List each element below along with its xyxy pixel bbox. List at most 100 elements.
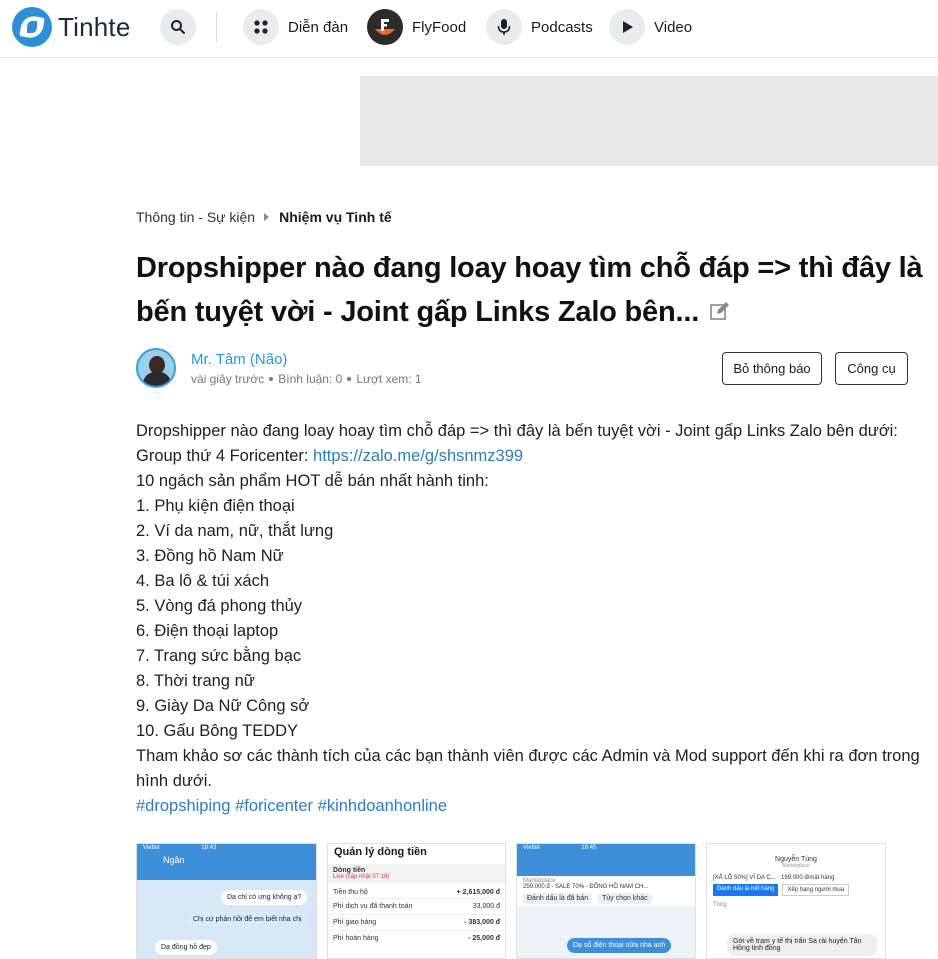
nav-label: Podcasts xyxy=(531,18,593,36)
cashflow-row: Tiền thu hộ + 2,615,000 đ xyxy=(328,887,505,899)
post-time: vài giây trước xyxy=(191,372,265,386)
live-indicator: Live (cập nhật 07:18) xyxy=(333,874,390,880)
author-avatar[interactable] xyxy=(136,348,176,388)
tinhte-logo[interactable]: Tinhte xyxy=(12,7,131,47)
thread-meta: vài giây trước Bình luận: 0 Lượt xem: 1 xyxy=(191,372,422,386)
chat-bubble: Chị cứ phản hồi để em biết nha chị xyxy=(187,912,308,927)
hashtag[interactable]: #kinhdoanhonline xyxy=(318,797,447,815)
author-name[interactable]: Mr. Tâm (Não) xyxy=(191,351,287,368)
grid-dots-icon xyxy=(243,9,279,45)
attachment-thumbnail[interactable]: Quản lý dòng tiền Dòng tiền Live (cập nh… xyxy=(327,843,506,959)
ad-banner xyxy=(360,76,938,166)
microphone-icon xyxy=(486,9,522,45)
attachment-thumbnail[interactable]: Viettel 18:45 Marketplace 259.000 đ - SA… xyxy=(516,843,696,959)
edit-icon[interactable] xyxy=(709,291,731,335)
list-item: 9. Giày Da Nữ Công sở xyxy=(136,697,310,715)
tools-button[interactable]: Công cụ xyxy=(835,352,908,385)
hashtags: #dropshiping #foricenter #kinhdoanhonlin… xyxy=(136,794,926,819)
list-item: 3. Đồng hồ Nam Nữ xyxy=(136,547,284,565)
top-navigation: Tinhte Diễn đàn FlyFood Podcasts Video xyxy=(0,0,938,58)
cashflow-row: Phí hoàn hàng - 25,000 đ xyxy=(328,931,505,946)
row-label: Tiền thu hộ xyxy=(333,889,368,896)
list-item: 6. Điện thoại laptop xyxy=(136,622,279,640)
carrier: Viettel xyxy=(143,845,160,851)
nav-label: Diễn đàn xyxy=(288,18,349,36)
cashflow-subtitle: Dòng tiền xyxy=(333,867,366,874)
chat-bubble: Gởi về trạm y tế thị trấn Sa rài huyện T… xyxy=(727,934,877,956)
nav-item-forum[interactable]: Diễn đàn xyxy=(243,9,348,45)
listing-actions: Đánh dấu là hết hàng Xếp hạng người mua xyxy=(707,884,885,896)
cashflow-row: Phí dịch vụ đã thanh toán 33,000 đ xyxy=(328,899,505,915)
content-line: Tham khảo sơ các thành tích của các bạn … xyxy=(136,747,920,790)
mark-out-of-stock-button: Đánh dấu là hết hàng xyxy=(713,884,779,896)
listing-price: 259.000 đ - SALE 70% - ĐỒNG HỒ NAM CH... xyxy=(523,884,649,890)
cashflow-header: Dòng tiền Live (cập nhật 07:18) xyxy=(328,864,505,883)
list-item: 4. Ba lô & túi xách xyxy=(136,572,269,590)
clock: 18:43 xyxy=(201,845,217,851)
phone-status-bar: Viettel 18:45 xyxy=(517,844,695,852)
list-item: 2. Ví da nam, nữ, thắt lưng xyxy=(136,522,334,540)
chat-bubble: Dạ đồng hồ đẹp xyxy=(155,940,217,955)
chat-name: Ngân xyxy=(163,855,185,865)
content-line: Group thứ 4 Foricenter: https://zalo.me/… xyxy=(136,444,926,469)
row-label: Phí hoàn hàng xyxy=(333,935,379,942)
post-content: Dropshipper nào đang loay hoay tìm chỗ đ… xyxy=(136,419,926,819)
clock: 18:45 xyxy=(581,845,597,851)
attachment-thumbnail[interactable]: Viettel 18:43 Ngân Dạ chị có ưng không ạ… xyxy=(136,843,317,959)
phone-status-bar: Viettel 18:43 xyxy=(137,844,316,852)
hashtag[interactable]: #dropshiping xyxy=(136,797,231,815)
content-line: Dropshipper nào đang loay hoay tìm chỗ đ… xyxy=(136,422,898,440)
nav-item-podcasts[interactable]: Podcasts xyxy=(486,9,593,45)
list-item: 7. Trang sức bằng bạc xyxy=(136,647,302,665)
chat-header: Nguyễn Tùng Marketplace xyxy=(707,844,885,869)
nav-item-flyfood[interactable]: FlyFood xyxy=(367,9,466,45)
more-options-button: Tùy chọn khác xyxy=(598,893,652,904)
breadcrumb-arrow-icon xyxy=(264,213,270,221)
message-sender: Tùng xyxy=(713,902,727,908)
nav-label: FlyFood xyxy=(412,18,467,36)
chat-bubble: Dạ chị có ưng không ạ? xyxy=(221,890,308,905)
row-value: - 25,000 đ xyxy=(468,935,500,942)
row-value: + 2,615,000 đ xyxy=(456,889,500,896)
list-item: 8. Thời trang nữ xyxy=(136,672,255,690)
chat-bubble: Dạ số điện thoại nữa nha anh xyxy=(567,938,672,953)
chat-header: Ngân xyxy=(137,852,316,880)
view-count: Lượt xem: 1 xyxy=(356,372,422,386)
row-value: 33,000 đ xyxy=(472,903,500,910)
listing-card: Marketplace 259.000 đ - SALE 70% - ĐỒNG … xyxy=(517,876,695,906)
breadcrumb: Thông tin - Sự kiện Nhiệm vụ Tinh tế xyxy=(136,209,392,225)
nav-item-video[interactable]: Video xyxy=(609,9,692,45)
play-icon xyxy=(609,9,645,45)
listing-actions: Đánh dấu là đã bán Tùy chọn khác xyxy=(523,893,689,904)
chat-name: Nguyễn Tùng xyxy=(775,856,817,863)
tinhte-logo-icon xyxy=(12,7,52,47)
row-value: - 383,000 đ xyxy=(464,919,500,926)
flyfood-logo-icon xyxy=(367,9,403,45)
list-item: 1. Phụ kiện điện thoại xyxy=(136,497,295,515)
attachment-thumbnail[interactable]: Nguyễn Tùng Marketplace [XẢ LỖ 50%] VÍ D… xyxy=(706,843,886,959)
brand-name: Tinhte xyxy=(58,11,131,42)
hashtag[interactable]: #foricenter xyxy=(235,797,313,815)
breadcrumb-parent[interactable]: Thông tin - Sự kiện xyxy=(136,209,255,225)
search-icon xyxy=(171,20,185,34)
row-label: Phí giao hàng xyxy=(333,919,377,926)
mark-sold-button: Đánh dấu là đã bán xyxy=(523,893,593,904)
rate-buyer-button: Xếp hạng người mua xyxy=(782,884,850,896)
breadcrumb-current[interactable]: Nhiệm vụ Tinh tế xyxy=(279,209,392,225)
nav-divider xyxy=(216,12,217,42)
nav-label: Video xyxy=(654,18,693,36)
chat-header xyxy=(517,852,695,876)
thread-title-text: Dropshipper nào đang loay hoay tìm chỗ đ… xyxy=(136,252,923,328)
unfollow-button[interactable]: Bỏ thông báo xyxy=(722,352,822,385)
carrier: Viettel xyxy=(523,845,540,851)
zalo-group-link[interactable]: https://zalo.me/g/shsnmz399 xyxy=(313,447,523,465)
listing-product: [XẢ LỖ 50%] VÍ DA C... · 199.000 đ/mặt h… xyxy=(713,875,835,881)
comment-count: Bình luận: 0 xyxy=(278,372,343,386)
row-label: Phí dịch vụ đã thanh toán xyxy=(333,903,413,910)
search-button[interactable] xyxy=(160,9,196,45)
cashflow-title: Quản lý dòng tiền xyxy=(334,846,427,858)
list-item: 10. Gấu Bông TEDDY xyxy=(136,722,299,740)
cashflow-row: Phí giao hàng - 383,000 đ xyxy=(328,915,505,931)
group-prefix: Group thứ 4 Foricenter: xyxy=(136,447,314,465)
thread-title: Dropshipper nào đang loay hoay tìm chỗ đ… xyxy=(136,246,926,335)
